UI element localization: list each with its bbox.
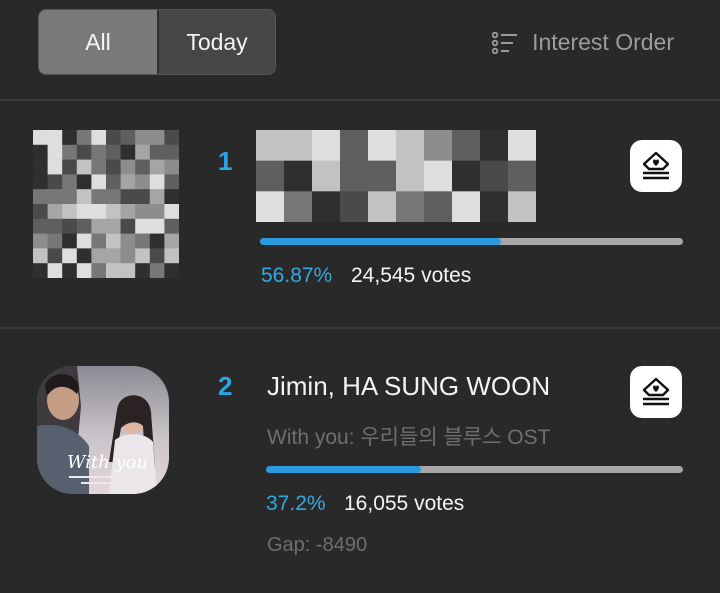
sort-label: Interest Order — [532, 29, 674, 55]
vote-button[interactable] — [630, 140, 682, 192]
vote-count: 24,545 votes — [351, 264, 472, 287]
vote-percent: 37.2% — [266, 492, 326, 515]
album-cover: With you — [37, 366, 169, 494]
vote-progress-fill — [260, 238, 501, 245]
thumbnail-pixelated — [33, 130, 179, 278]
title-pixelated — [256, 130, 536, 222]
vote-gap: Gap: -8490 — [267, 534, 368, 556]
vote-ballot-icon — [642, 377, 670, 406]
vote-ballot-icon — [642, 151, 670, 180]
tab-today[interactable]: Today — [157, 10, 275, 74]
song-title: With you: 우리들의 블루스 OST — [267, 426, 551, 449]
vote-progress-bar — [260, 238, 683, 245]
filter-segmented-control: All Today — [38, 9, 276, 75]
sort-button[interactable]: Interest Order — [492, 29, 674, 56]
song-artist: Jimin, HA SUNG WOON — [267, 371, 551, 401]
list-sort-icon — [492, 31, 518, 54]
divider — [0, 99, 720, 101]
svg-text:With you: With you — [67, 452, 148, 473]
top-toolbar: All Today Interest Order — [0, 0, 720, 100]
vote-progress-fill — [266, 466, 422, 473]
vote-progress-bar — [266, 466, 683, 473]
rank-number: 2 — [218, 371, 233, 401]
tab-all[interactable]: All — [39, 10, 157, 74]
vote-button[interactable] — [630, 366, 682, 418]
rank-number: 1 — [218, 146, 233, 176]
vote-percent: 56.87% — [261, 264, 333, 287]
divider — [0, 327, 720, 329]
vote-count: 16,055 votes — [344, 492, 465, 515]
